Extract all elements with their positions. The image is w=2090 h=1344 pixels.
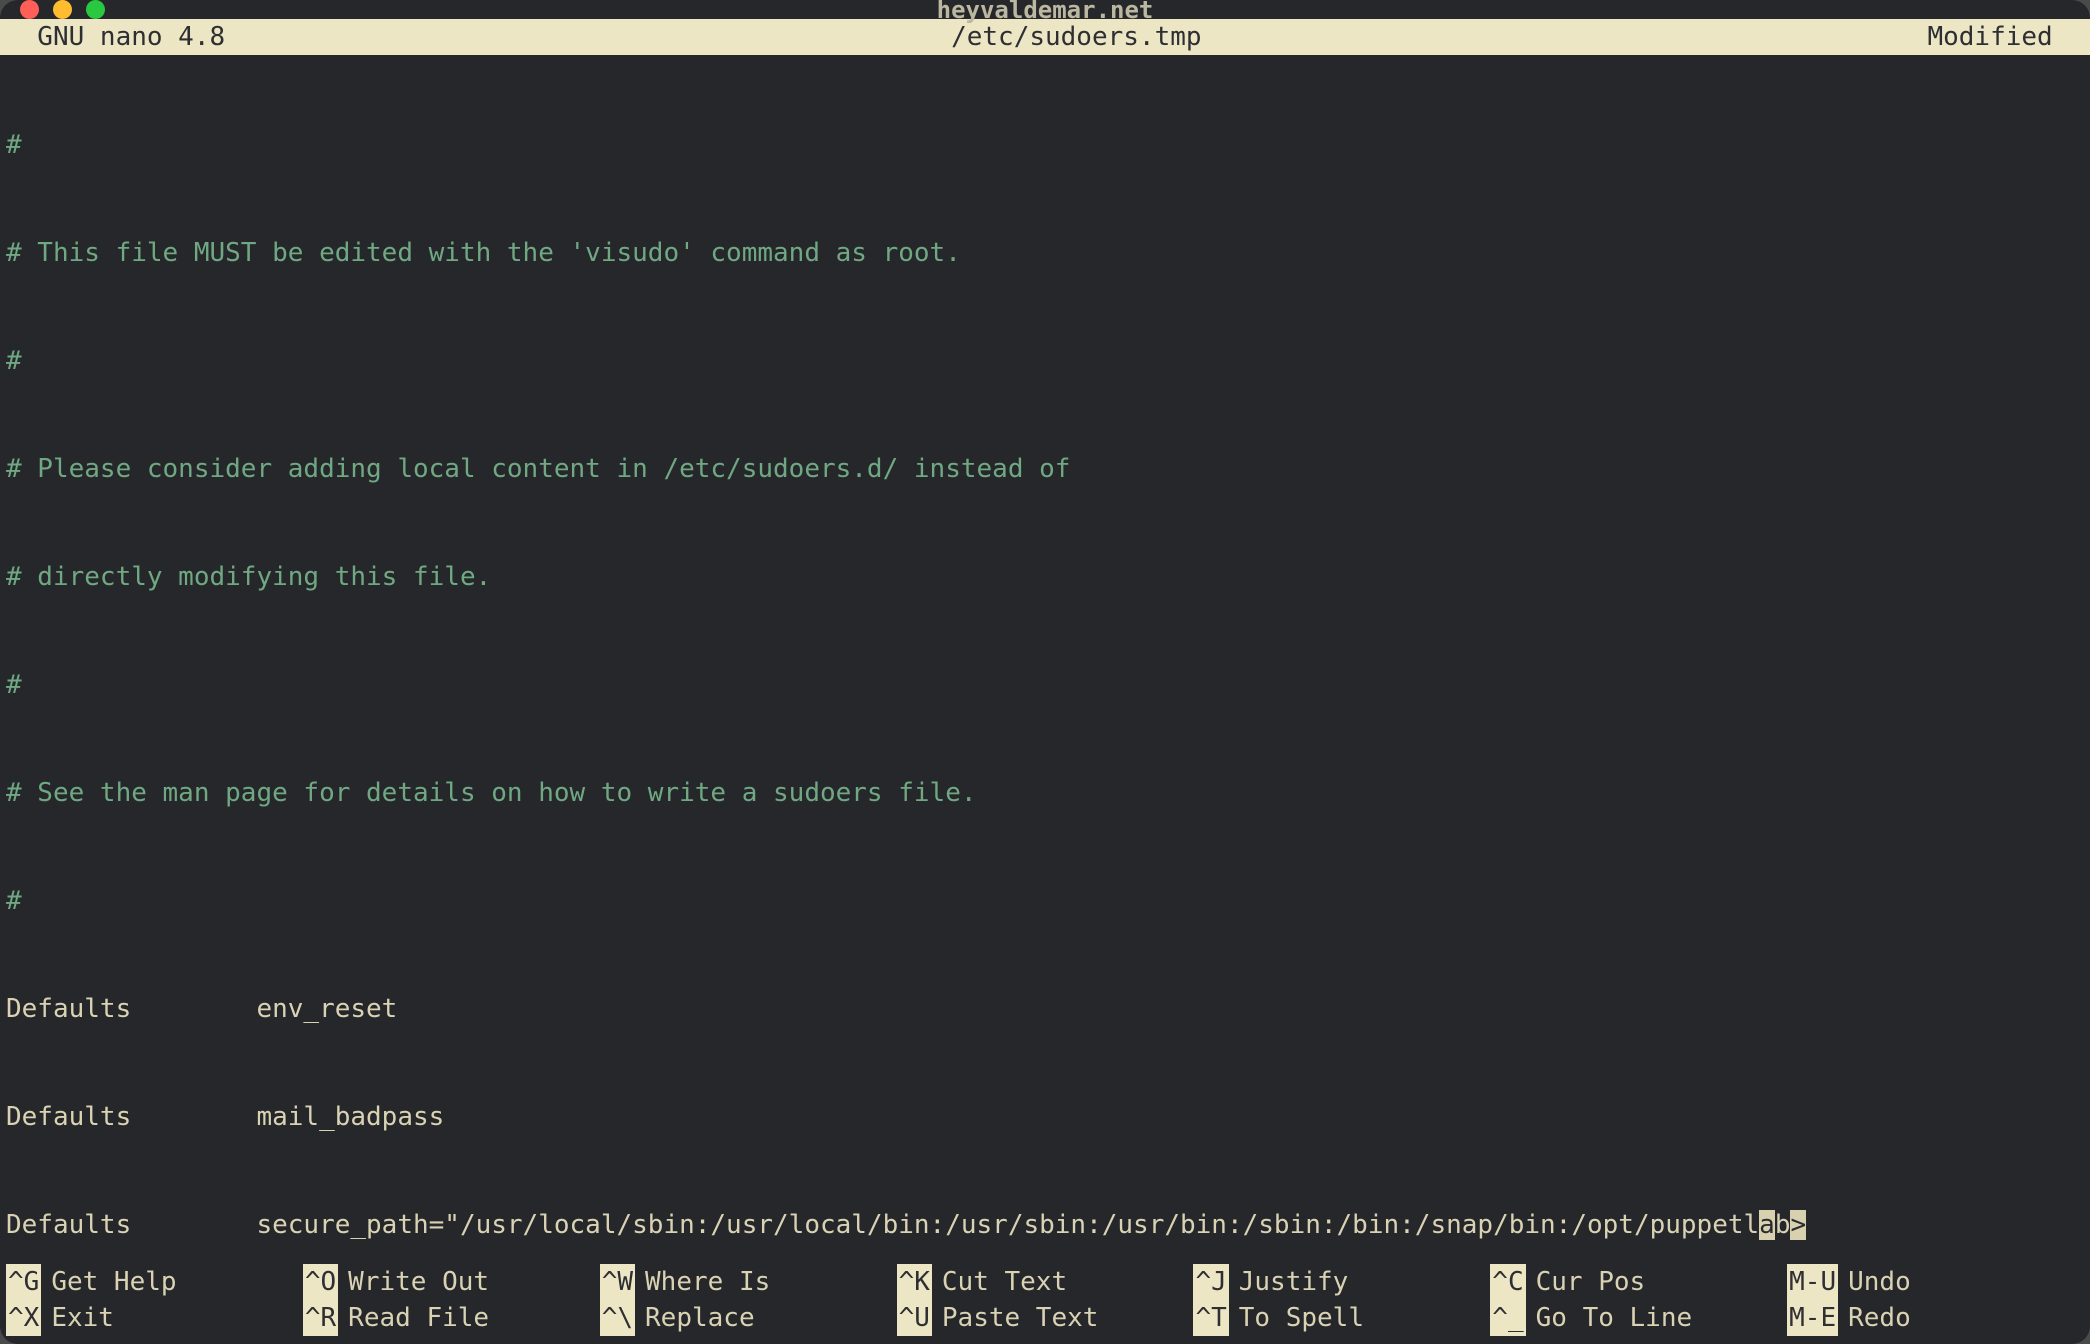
shortcut-key: ^U <box>897 1300 932 1336</box>
shortcut-label: Exit <box>51 1300 114 1336</box>
shortcut-key: ^G <box>6 1264 41 1300</box>
nano-filename: /etc/sudoers.tmp <box>225 19 1927 55</box>
shortcut-key: ^C <box>1490 1264 1525 1300</box>
shortcut-go-to-line[interactable]: ^_ Go To Line <box>1490 1300 1787 1336</box>
shortcut-label: Where Is <box>645 1264 770 1300</box>
shortcut-label: Go To Line <box>1536 1300 1693 1336</box>
close-icon[interactable] <box>20 0 39 19</box>
line-continuation-icon: > <box>1790 1210 1806 1240</box>
editor-line: # Please consider adding local content i… <box>6 454 1070 484</box>
shortcut-key: ^T <box>1193 1300 1228 1336</box>
shortcut-row: ^G Get Help ^O Write Out ^W Where Is ^K Cut … <box>6 1264 2084 1300</box>
shortcut-cut-text[interactable]: ^K Cut Text <box>897 1264 1194 1300</box>
shortcut-label: To Spell <box>1239 1300 1364 1336</box>
window-controls <box>20 0 105 19</box>
shortcut-label: Redo <box>1848 1300 1911 1336</box>
shortcut-undo[interactable]: M-U Undo <box>1787 1264 2084 1300</box>
shortcut-label: Write Out <box>348 1264 489 1300</box>
cursor: a <box>1759 1210 1775 1240</box>
shortcut-label: Paste Text <box>942 1300 1099 1336</box>
editor-line: Defaults env_reset <box>6 994 397 1024</box>
shortcut-key: ^O <box>303 1264 338 1300</box>
shortcut-label: Cur Pos <box>1536 1264 1646 1300</box>
shortcut-key: ^\ <box>600 1300 635 1336</box>
shortcut-write-out[interactable]: ^O Write Out <box>303 1264 600 1300</box>
shortcut-row: ^X Exit ^R Read File ^\ Replace ^U Paste Tex… <box>6 1300 2084 1336</box>
nano-status: Modified <box>1927 19 2084 55</box>
editor-line: Defaults mail_badpass <box>6 1102 444 1132</box>
editor-line: # This file MUST be edited with the 'vis… <box>6 238 961 268</box>
nano-header: GNU nano 4.8 /etc/sudoers.tmp Modified <box>0 19 2090 55</box>
shortcut-to-spell[interactable]: ^T To Spell <box>1193 1300 1490 1336</box>
shortcut-label: Undo <box>1848 1264 1911 1300</box>
editor-line: # <box>6 670 22 700</box>
shortcut-get-help[interactable]: ^G Get Help <box>6 1264 303 1300</box>
shortcut-bar: ^G Get Help ^O Write Out ^W Where Is ^K Cut … <box>0 1264 2090 1344</box>
shortcut-key: M-U <box>1787 1264 1838 1300</box>
shortcut-key: ^W <box>600 1264 635 1300</box>
editor-line: b <box>1775 1210 1791 1240</box>
shortcut-key: ^_ <box>1490 1300 1525 1336</box>
titlebar: heyvaldemar.net <box>0 0 2090 19</box>
editor-line: # directly modifying this file. <box>6 562 491 592</box>
editor-area[interactable]: # # This file MUST be edited with the 'v… <box>0 55 2090 1264</box>
shortcut-key: M-E <box>1787 1300 1838 1336</box>
shortcut-exit[interactable]: ^X Exit <box>6 1300 303 1336</box>
shortcut-label: Justify <box>1239 1264 1349 1300</box>
editor-line: # <box>6 130 22 160</box>
shortcut-key: ^K <box>897 1264 932 1300</box>
shortcut-where-is[interactable]: ^W Where Is <box>600 1264 897 1300</box>
shortcut-replace[interactable]: ^\ Replace <box>600 1300 897 1336</box>
terminal-window: heyvaldemar.net GNU nano 4.8 /etc/sudoer… <box>0 0 2090 1344</box>
editor-line: # <box>6 886 22 916</box>
shortcut-label: Cut Text <box>942 1264 1067 1300</box>
shortcut-paste-text[interactable]: ^U Paste Text <box>897 1300 1194 1336</box>
editor-line: # <box>6 346 22 376</box>
shortcut-key: ^R <box>303 1300 338 1336</box>
shortcut-label: Replace <box>645 1300 755 1336</box>
shortcut-key: ^J <box>1193 1264 1228 1300</box>
editor-line: # See the man page for details on how to… <box>6 778 977 808</box>
shortcut-redo[interactable]: M-E Redo <box>1787 1300 2084 1336</box>
shortcut-read-file[interactable]: ^R Read File <box>303 1300 600 1336</box>
nano-app-name: GNU nano 4.8 <box>6 19 225 55</box>
shortcut-justify[interactable]: ^J Justify <box>1193 1264 1490 1300</box>
minimize-icon[interactable] <box>53 0 72 19</box>
shortcut-key: ^X <box>6 1300 41 1336</box>
shortcut-label: Read File <box>348 1300 489 1336</box>
shortcut-label: Get Help <box>51 1264 176 1300</box>
editor-line: Defaults secure_path="/usr/local/sbin:/u… <box>6 1210 1759 1240</box>
shortcut-cur-pos[interactable]: ^C Cur Pos <box>1490 1264 1787 1300</box>
zoom-icon[interactable] <box>86 0 105 19</box>
